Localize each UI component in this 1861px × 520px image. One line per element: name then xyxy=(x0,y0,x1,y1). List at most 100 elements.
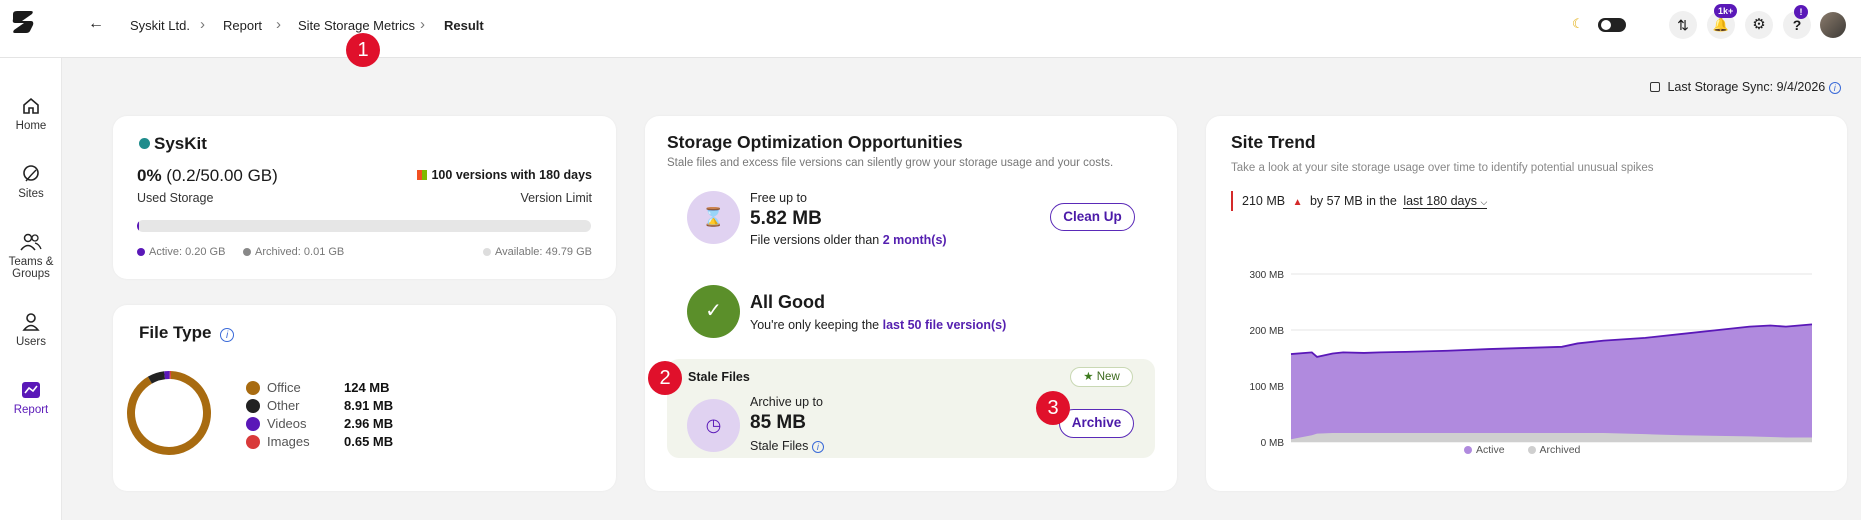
sync-button[interactable]: ⇅ xyxy=(1669,11,1697,39)
site-name: SysKit xyxy=(154,134,207,153)
stale-label: Archive up to xyxy=(750,395,823,409)
breadcrumb-report[interactable]: Report xyxy=(223,18,262,33)
optimization-title: Storage Optimization Opportunities xyxy=(667,132,963,152)
breadcrumb-site-storage-metrics[interactable]: Site Storage Metrics xyxy=(298,18,415,33)
all-good-title: All Good xyxy=(750,292,825,312)
y-tick-label: 300 MB xyxy=(1250,270,1285,281)
period-dropdown[interactable]: last 180 days ⌵ xyxy=(1403,194,1488,209)
used-percent: 0% xyxy=(137,166,162,185)
nav-teams-groups[interactable]: Teams & Groups xyxy=(0,232,62,280)
y-tick-label: 100 MB xyxy=(1250,382,1285,393)
info-icon[interactable]: i xyxy=(220,328,235,342)
version-limit-value: 100 versions with 180 days xyxy=(417,168,592,182)
notification-badge: 1k+ xyxy=(1714,4,1738,18)
trend-current: 210 MB xyxy=(1242,194,1286,208)
moon-icon: ☾ xyxy=(1572,16,1584,31)
breadcrumb-syskit[interactable]: Syskit Ltd. xyxy=(130,18,190,33)
file-type-label-videos: Videos xyxy=(267,416,307,431)
info-icon[interactable]: i xyxy=(1828,82,1841,94)
callout-1: 1 xyxy=(346,33,380,67)
file-type-dot-office xyxy=(246,381,260,395)
file-type-label-office: Office xyxy=(267,380,301,395)
donut-slice-office[interactable] xyxy=(127,371,211,455)
question-icon: ? xyxy=(1792,17,1802,33)
legend-archived: Archived: 0.01 GB xyxy=(243,246,344,258)
file-type-value-videos: 2.96 MB xyxy=(344,416,394,431)
theme-toggle[interactable] xyxy=(1598,18,1626,32)
all-good-desc: You're only keeping the last 50 file ver… xyxy=(750,318,1007,332)
nav-users[interactable]: Users xyxy=(0,312,62,348)
user-icon xyxy=(22,313,40,331)
people-icon xyxy=(20,233,42,251)
file-type-value-office: 124 MB xyxy=(344,380,390,395)
site-trend-title: Site Trend xyxy=(1231,132,1316,152)
file-type-title: File Type xyxy=(139,323,212,342)
stale-value: 85 MB xyxy=(750,412,806,433)
all-good-link[interactable]: last 50 file version(s) xyxy=(883,318,1007,332)
used-storage-label: Used Storage xyxy=(137,191,214,205)
last-sync-label: Last Storage Sync: 9/4/2026 xyxy=(1667,80,1826,94)
free-desc: File versions older than 2 month(s) xyxy=(750,233,947,247)
sharepoint-icon xyxy=(139,138,150,149)
file-type-donut xyxy=(127,371,211,455)
series-active-area[interactable] xyxy=(1291,324,1812,442)
trend-summary: 210 MB ▲ by 57 MB in the last 180 days ⌵ xyxy=(1242,194,1488,209)
back-arrow-icon[interactable]: ← xyxy=(88,15,104,33)
callout-2: 2 xyxy=(648,361,682,395)
optimization-subtitle: Stale files and excess file versions can… xyxy=(667,157,1114,169)
file-type-value-images: 0.65 MB xyxy=(344,434,394,449)
site-name-row: SysKit xyxy=(139,134,207,154)
report-icon xyxy=(22,382,40,398)
site-trend-card: Site Trend Take a look at your site stor… xyxy=(1206,116,1847,491)
nav-report[interactable]: Report xyxy=(0,380,62,416)
used-percent-row: 0% (0.2/50.00 GB) xyxy=(137,166,278,186)
free-label: Free up to xyxy=(750,191,807,205)
legend-archived-item[interactable]: Archived xyxy=(1527,444,1580,456)
bell-icon: 🔔 xyxy=(1712,17,1730,32)
last-sync: Last Storage Sync: 9/4/2026 i xyxy=(1650,80,1841,94)
syskit-logo[interactable] xyxy=(10,9,36,35)
info-icon[interactable]: i xyxy=(811,441,824,453)
free-desc-link[interactable]: 2 month(s) xyxy=(883,233,947,247)
clean-up-button[interactable]: Clean Up xyxy=(1050,203,1135,231)
sites-icon xyxy=(23,165,39,182)
progress-active-fill xyxy=(137,220,139,232)
hourglass-icon: ⌛ xyxy=(687,191,740,244)
legend-available: Available: 49.79 GB xyxy=(482,246,592,258)
gear-icon: ⚙ xyxy=(1752,16,1766,33)
legend-active-item[interactable]: Active xyxy=(1464,444,1505,456)
nav-users-label: Users xyxy=(15,336,47,348)
settings-button[interactable]: ⚙ xyxy=(1745,11,1773,39)
new-badge: ★ New xyxy=(1070,367,1133,387)
file-type-label-images: Images xyxy=(267,434,310,449)
breadcrumb-result: Result xyxy=(444,18,484,33)
file-type-dot-other xyxy=(246,399,260,413)
used-detail: (0.2/50.00 GB) xyxy=(161,166,278,185)
home-icon xyxy=(23,97,39,114)
version-limit-label: Version Limit xyxy=(520,191,592,205)
archive-button[interactable]: Archive xyxy=(1059,409,1134,438)
top-bar: ← Syskit Ltd. › Report › Site Storage Me… xyxy=(0,0,1861,58)
site-storage-card: SysKit 0% (0.2/50.00 GB) Used Storage 10… xyxy=(113,116,616,279)
file-type-title-row: File Type i xyxy=(139,323,235,343)
calendar-icon xyxy=(1650,82,1660,92)
file-type-label-other: Other xyxy=(267,398,300,413)
file-type-value-other: 8.91 MB xyxy=(344,398,394,413)
check-icon: ✓ xyxy=(687,285,740,338)
nav-sites[interactable]: Sites xyxy=(0,164,62,200)
chevron-down-icon: ⌵ xyxy=(1480,197,1488,207)
optimization-card: Storage Optimization Opportunities Stale… xyxy=(645,116,1177,491)
nav-sites-label: Sites xyxy=(18,188,44,200)
donut-slice-other[interactable] xyxy=(147,371,166,384)
nav-report-label: Report xyxy=(13,404,49,416)
chevron-right-icon: › xyxy=(200,16,205,33)
nav-home[interactable]: Home xyxy=(0,96,62,132)
chevron-right-icon: › xyxy=(420,16,425,33)
file-type-dot-images xyxy=(246,435,260,449)
avatar[interactable] xyxy=(1820,12,1846,38)
storage-progress-bar xyxy=(137,220,591,232)
microsoft-icon xyxy=(417,170,428,180)
legend-active: Active: 0.20 GB xyxy=(137,246,225,258)
y-tick-label: 0 MB xyxy=(1261,438,1285,449)
stale-desc: Stale Files i xyxy=(750,439,824,453)
